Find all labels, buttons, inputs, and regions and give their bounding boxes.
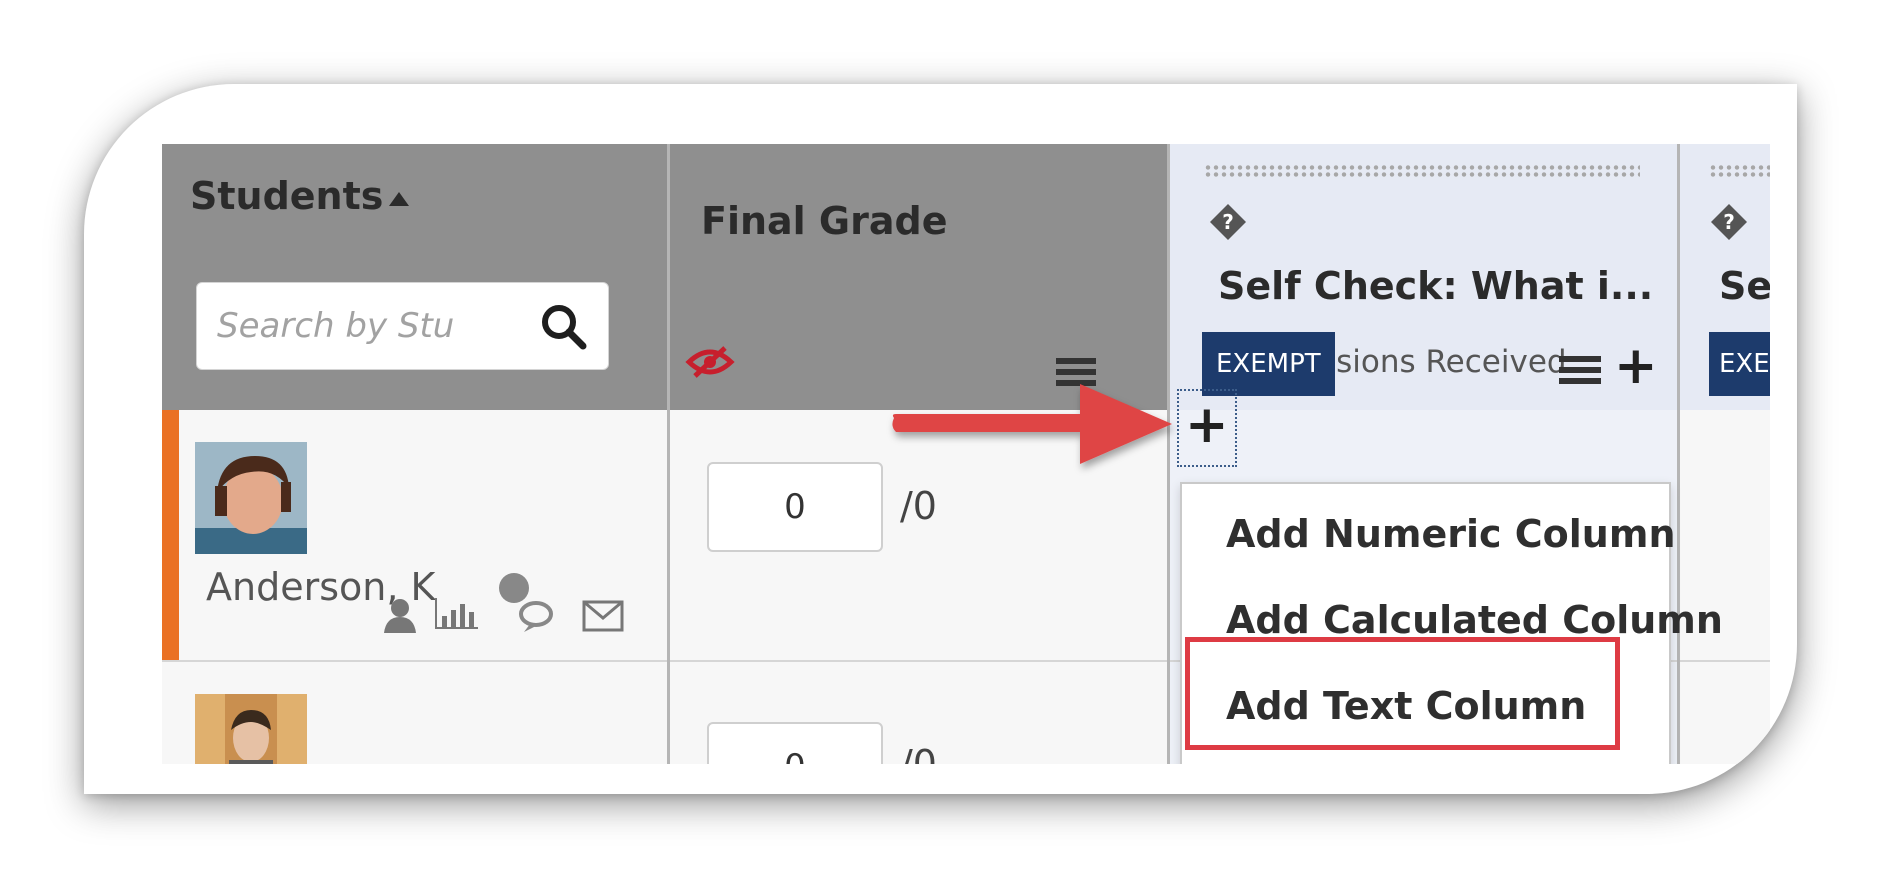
next-column-header: ? Se EXE	[1679, 144, 1770, 410]
submissions-received-label: ssions Received	[1320, 344, 1567, 380]
column-divider	[667, 144, 670, 764]
grades-chart-icon[interactable]	[434, 596, 480, 630]
next-column-header-title[interactable]: Se	[1719, 264, 1770, 308]
svg-text:?: ?	[1222, 210, 1234, 234]
exempt-badge: EXE	[1709, 332, 1770, 396]
hidden-eye-icon[interactable]	[685, 344, 735, 380]
grade-out-of: /0	[900, 484, 937, 528]
add-column-button[interactable]: +	[1177, 389, 1237, 467]
diamond-question-icon[interactable]: ?	[1709, 202, 1749, 242]
diamond-question-icon[interactable]: ?	[1208, 202, 1248, 242]
grade-out-of: /0	[900, 742, 937, 764]
search-icon[interactable]	[538, 301, 590, 353]
menu-item-add-numeric-column[interactable]: Add Numeric Column	[1226, 512, 1676, 556]
gradebook-table: Students Final Grade	[162, 144, 1770, 764]
grade-input[interactable]	[707, 722, 883, 764]
mail-icon[interactable]	[582, 600, 624, 632]
highlight-annotation-box	[1185, 637, 1620, 750]
screenshot-frame: Students Final Grade	[84, 84, 1797, 794]
drag-handle-icon[interactable]	[1204, 164, 1640, 178]
student-search-box	[196, 282, 609, 370]
avatar[interactable]	[195, 442, 307, 554]
menu-item-add-calculated-column[interactable]: Add Calculated Column	[1226, 598, 1723, 642]
self-check-column-header: ? Self Check: What i... ssions Received …	[1170, 144, 1677, 410]
svg-text:?: ?	[1723, 210, 1735, 234]
final-grade-header-title[interactable]: Final Grade	[701, 199, 947, 243]
students-header-title[interactable]: Students	[190, 174, 383, 218]
grade-input[interactable]	[707, 462, 883, 552]
row-selected-indicator	[162, 410, 179, 660]
student-search-input[interactable]	[217, 297, 517, 355]
column-menu-icon[interactable]	[1557, 350, 1603, 390]
user-profile-icon[interactable]	[380, 595, 420, 635]
drag-handle-icon[interactable]	[1709, 164, 1770, 178]
self-check-header-title[interactable]: Self Check: What i...	[1218, 264, 1653, 308]
avatar[interactable]	[195, 694, 307, 764]
column-divider	[1677, 144, 1680, 764]
plus-icon[interactable]: +	[1614, 340, 1658, 392]
students-column-header: Students	[162, 144, 667, 410]
sort-ascending-icon[interactable]	[387, 190, 411, 208]
plus-icon[interactable]: +	[1185, 399, 1229, 451]
conversation-icon[interactable]	[496, 570, 554, 634]
